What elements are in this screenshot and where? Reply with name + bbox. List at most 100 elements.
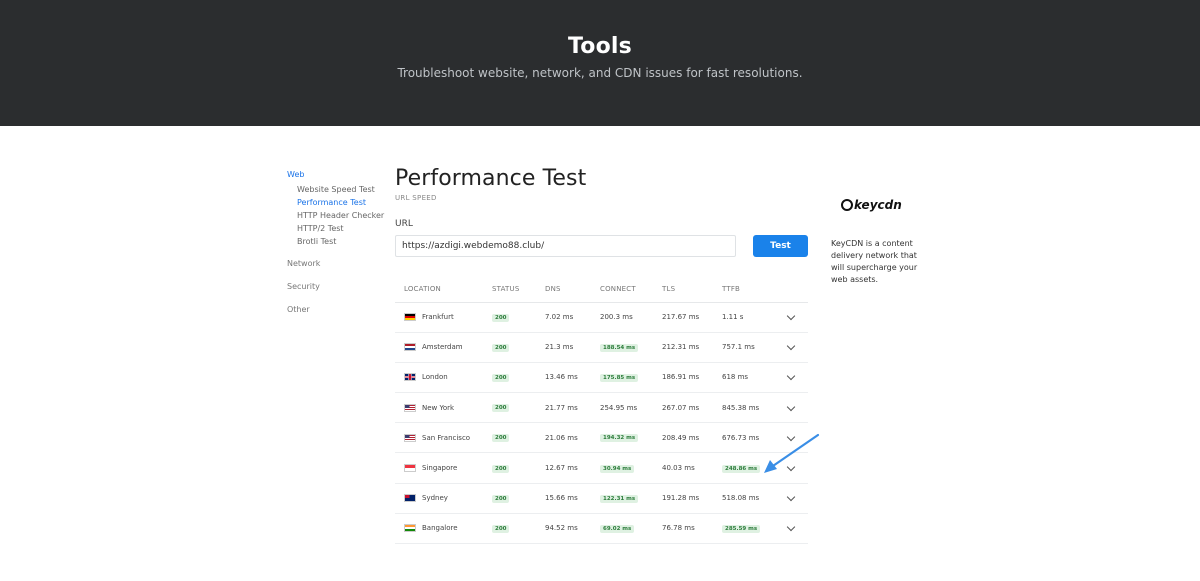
table-row[interactable]: Bangalore 200 94.52 ms 69.02 ms 76.78 ms 285.… xyxy=(395,513,808,545)
sidebar-group-web[interactable]: Web xyxy=(287,170,387,179)
sidebar-item-performance-test[interactable]: Performance Test xyxy=(297,198,387,207)
connect-value: 69.02 ms xyxy=(600,524,635,533)
section-subtitle: URL SPEED xyxy=(395,194,437,202)
cell-status: 200 xyxy=(492,483,545,514)
cell-dns: 94.52 ms xyxy=(545,513,600,545)
connect-value: 30.94 ms xyxy=(600,464,635,473)
cell-dns: 12.67 ms xyxy=(545,452,600,484)
sidebar-item-brotli-test[interactable]: Brotli Test xyxy=(297,237,387,246)
table-row[interactable]: London 200 13.46 ms 175.85 ms 186.91 ms 618 m… xyxy=(395,362,808,394)
url-form: https://azdigi.webdemo88.club/ Test xyxy=(395,235,808,257)
sidebar-item-http-header-checker[interactable]: HTTP Header Checker xyxy=(297,211,387,220)
sidebar-group-network[interactable]: Network xyxy=(287,259,387,268)
page-title: Tools xyxy=(568,34,632,59)
cell-connect: 194.32 ms xyxy=(600,422,662,454)
sidebar-item-http2-test[interactable]: HTTP/2 Test xyxy=(297,224,387,233)
sidebar-item-website-speed-test[interactable]: Website Speed Test xyxy=(297,185,387,194)
ttfb-value: 676.73 ms xyxy=(722,433,760,442)
results-body: Frankfurt 200 7.02 ms 200.3 ms 217.67 ms 1.11… xyxy=(395,302,808,545)
cell-expand xyxy=(782,483,808,514)
connect-value: 175.85 ms xyxy=(600,373,639,382)
chevron-down-icon[interactable] xyxy=(786,372,796,381)
ttfb-value: 518.08 ms xyxy=(722,494,760,503)
test-button[interactable]: Test xyxy=(753,235,808,257)
cell-expand xyxy=(782,513,808,545)
cell-connect: 69.02 ms xyxy=(600,513,662,545)
performance-test-panel: Performance Test URL SPEED URL https://a… xyxy=(395,166,808,545)
cell-location: San Francisco xyxy=(395,422,492,454)
cell-tls: 208.49 ms xyxy=(662,422,722,454)
location-name: Singapore xyxy=(422,464,458,473)
cell-expand xyxy=(782,362,808,394)
cell-ttfb: 518.08 ms xyxy=(722,483,782,514)
status-badge: 200 xyxy=(492,313,510,322)
location-name: Frankfurt xyxy=(422,313,454,322)
page-hero: Tools Troubleshoot website, network, and… xyxy=(0,0,1200,126)
chevron-down-icon[interactable] xyxy=(786,311,796,321)
cell-ttfb: 845.38 ms xyxy=(722,392,782,424)
chevron-down-icon[interactable] xyxy=(786,342,796,351)
cell-status: 200 xyxy=(492,302,545,333)
cell-dns: 13.46 ms xyxy=(545,362,600,394)
cell-tls: 186.91 ms xyxy=(662,362,722,394)
url-input[interactable]: https://azdigi.webdemo88.club/ xyxy=(395,235,736,257)
cell-location: London xyxy=(395,362,492,394)
table-row[interactable]: Sydney 200 15.66 ms 122.31 ms 191.28 ms 518.0… xyxy=(395,483,808,514)
chevron-down-icon[interactable] xyxy=(786,492,796,502)
cell-ttfb: 1.11 s xyxy=(722,302,782,333)
keycdn-logo[interactable]: keycdn xyxy=(841,198,921,212)
header-status: STATUS xyxy=(492,276,545,303)
chevron-down-icon[interactable] xyxy=(786,523,796,532)
table-row[interactable]: Singapore 200 12.67 ms 30.94 ms 40.03 ms 248.… xyxy=(395,452,808,484)
ttfb-value: 757.1 ms xyxy=(722,343,755,352)
flag-icon xyxy=(404,313,416,322)
location-name: Sydney xyxy=(422,494,448,503)
sidebar-group-security[interactable]: Security xyxy=(287,282,387,291)
sidebar-web-items: Website Speed Test Performance Test HTTP… xyxy=(287,185,387,246)
arrow-annotation-icon xyxy=(764,433,820,473)
connect-value: 200.3 ms xyxy=(600,313,633,322)
cell-ttfb: 285.59 ms xyxy=(722,513,782,545)
keycdn-logo-text: keycdn xyxy=(854,198,902,212)
flag-icon xyxy=(404,524,416,533)
header-dns: DNS xyxy=(545,276,600,303)
cell-expand xyxy=(782,302,808,333)
sidebar-group-other[interactable]: Other xyxy=(287,305,387,314)
cell-status: 200 xyxy=(492,332,545,363)
header-expand xyxy=(782,276,808,303)
connect-value: 194.32 ms xyxy=(600,434,639,443)
table-row[interactable]: New York 200 21.77 ms 254.95 ms 267.07 ms 845… xyxy=(395,392,808,424)
keycdn-ad: keycdn KeyCDN is a content delivery netw… xyxy=(831,198,921,286)
status-badge: 200 xyxy=(492,404,510,413)
table-row[interactable]: Frankfurt 200 7.02 ms 200.3 ms 217.67 ms 1.11… xyxy=(395,302,808,333)
section-title: Performance Test xyxy=(395,166,587,191)
tools-sidebar: Web Website Speed Test Performance Test … xyxy=(287,170,387,328)
table-header-row: LOCATION STATUS DNS CONNECT TLS TTFB xyxy=(395,276,808,303)
cell-status: 200 xyxy=(492,362,545,394)
cell-status: 200 xyxy=(492,513,545,545)
chevron-down-icon[interactable] xyxy=(786,402,796,411)
cell-tls: 76.78 ms xyxy=(662,513,722,545)
flag-icon xyxy=(404,494,416,503)
ttfb-value: 248.86 ms xyxy=(722,464,761,473)
status-badge: 200 xyxy=(492,373,510,382)
cell-connect: 200.3 ms xyxy=(600,302,662,333)
cell-location: New York xyxy=(395,392,492,424)
flag-icon xyxy=(404,464,416,473)
location-name: Bangalore xyxy=(422,524,458,533)
cell-ttfb: 757.1 ms xyxy=(722,332,782,363)
table-row[interactable]: San Francisco 200 21.06 ms 194.32 ms 208.49 … xyxy=(395,422,808,454)
flag-icon xyxy=(404,343,416,352)
cell-connect: 175.85 ms xyxy=(600,362,662,394)
status-badge: 200 xyxy=(492,464,510,473)
cell-location: Singapore xyxy=(395,452,492,484)
cell-dns: 21.06 ms xyxy=(545,422,600,454)
status-badge: 200 xyxy=(492,434,510,443)
header-connect: CONNECT xyxy=(600,276,662,303)
cell-connect: 30.94 ms xyxy=(600,452,662,484)
table-row[interactable]: Amsterdam 200 21.3 ms 188.54 ms 212.31 ms 757… xyxy=(395,332,808,363)
connect-value: 122.31 ms xyxy=(600,494,639,503)
flag-icon xyxy=(404,373,416,382)
cell-connect: 122.31 ms xyxy=(600,483,662,514)
connect-value: 188.54 ms xyxy=(600,343,639,352)
